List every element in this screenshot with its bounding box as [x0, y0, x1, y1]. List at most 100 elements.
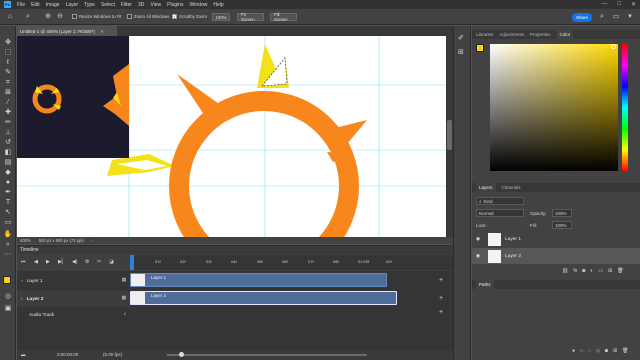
prev-frame-icon[interactable]: ◀: [34, 259, 38, 265]
status-arrow-icon[interactable]: ›: [92, 238, 93, 243]
vertical-scrollbar[interactable]: [446, 36, 453, 237]
timeline-clip-selected[interactable]: Layer 2: [130, 291, 397, 305]
more-tools-icon[interactable]: ⋯: [3, 250, 13, 259]
timeline-clip[interactable]: Layer 1: [130, 273, 387, 287]
layer-row-selected[interactable]: ◉ Layer 2: [472, 248, 640, 264]
lasso-tool-icon[interactable]: ℓ: [3, 58, 13, 67]
folder-icon[interactable]: ▭: [598, 268, 603, 274]
delete-path-icon[interactable]: 🗑: [622, 348, 628, 354]
zoom-tool-icon[interactable]: ⌕: [24, 13, 32, 21]
load-selection-icon[interactable]: ◌: [588, 348, 591, 354]
add-media-icon[interactable]: +: [439, 277, 443, 284]
tab-close-icon[interactable]: ×: [101, 29, 104, 34]
clone-stamp-icon[interactable]: ⊥: [3, 128, 13, 137]
color-picker-cursor[interactable]: [611, 44, 616, 49]
zoom-in-icon[interactable]: ⊕: [44, 13, 52, 21]
zoom-all-windows-checkbox[interactable]: Zoom All Windows: [127, 14, 169, 19]
transition-icon[interactable]: ◪: [109, 259, 114, 265]
fill-input[interactable]: 100%: [552, 221, 572, 229]
tab-channels[interactable]: Channels: [502, 185, 521, 190]
type-tool-icon[interactable]: T: [3, 198, 13, 207]
zoom-slider-thumb[interactable]: [179, 352, 184, 357]
expand-chevron-icon[interactable]: ›: [21, 279, 23, 284]
opacity-input[interactable]: 100%: [552, 209, 572, 217]
audio-track-row[interactable]: Audio Track ♪: [17, 309, 130, 321]
menu-type[interactable]: Type: [84, 2, 95, 8]
layer-filter-select[interactable]: ⌕ Kind: [476, 197, 524, 205]
zoom-tool-side-icon[interactable]: ⌕: [3, 240, 13, 249]
path-select-icon[interactable]: ↖: [3, 208, 13, 217]
play-icon[interactable]: ▶: [46, 259, 50, 265]
brush-settings-icon[interactable]: ✐: [458, 34, 464, 42]
rectangle-tool-icon[interactable]: ▭: [3, 218, 13, 227]
eraser-tool-icon[interactable]: ◧: [3, 148, 13, 157]
add-media-icon[interactable]: +: [439, 295, 443, 302]
brush-tool-icon[interactable]: ✏: [3, 118, 13, 127]
settings-icon[interactable]: ⚙: [85, 259, 89, 265]
history-brush-icon[interactable]: ↺: [3, 138, 13, 147]
menu-file[interactable]: File: [17, 2, 25, 8]
share-button[interactable]: Share: [572, 13, 592, 22]
new-layer-icon[interactable]: ⊞: [608, 268, 612, 274]
blur-tool-icon[interactable]: ◆: [3, 168, 13, 177]
fill-path-icon[interactable]: ●: [572, 348, 575, 354]
blend-mode-select[interactable]: Normal: [476, 209, 524, 217]
tab-libraries[interactable]: Libraries: [476, 32, 493, 37]
move-tool-icon[interactable]: ✥: [3, 38, 13, 47]
healing-brush-icon[interactable]: ✚: [3, 108, 13, 117]
tab-adjustments[interactable]: Adjustments: [499, 32, 524, 37]
minimize-icon[interactable]: —: [601, 1, 607, 8]
mask-icon[interactable]: ◙: [582, 268, 585, 274]
menu-filter[interactable]: Filter: [121, 2, 132, 8]
next-frame-icon[interactable]: ▶▏: [58, 259, 66, 265]
visibility-eye-icon[interactable]: ◉: [476, 237, 484, 242]
visibility-eye-icon[interactable]: ◉: [476, 254, 484, 259]
menu-select[interactable]: Select: [101, 2, 115, 8]
frame-tool-icon[interactable]: ⊠: [3, 88, 13, 97]
crop-tool-icon[interactable]: ⌗: [3, 78, 13, 87]
zoom-percent-button[interactable]: 100%: [212, 13, 230, 21]
zoom-out-icon[interactable]: ⊖: [56, 13, 64, 21]
gradient-tool-icon[interactable]: ▤: [3, 158, 13, 167]
properties-icon[interactable]: ⊞: [458, 48, 464, 56]
add-audio-icon[interactable]: +: [439, 309, 443, 316]
maximize-icon[interactable]: □: [617, 1, 621, 8]
search-icon[interactable]: ⌕: [598, 13, 606, 21]
menu-plugins[interactable]: Plugins: [167, 2, 183, 8]
workspace-icon[interactable]: ▭: [612, 13, 620, 21]
playhead[interactable]: [130, 255, 134, 270]
timeline-layer-row[interactable]: › Layer 1 ▤: [17, 273, 130, 289]
foreground-color-swatch[interactable]: [3, 276, 11, 284]
fit-screen-button[interactable]: Fit Screen: [237, 12, 264, 22]
make-path-icon[interactable]: ◇: [596, 348, 600, 354]
adjustment-icon[interactable]: ◐: [590, 268, 593, 274]
trash-icon[interactable]: 🗑: [617, 268, 623, 274]
split-icon[interactable]: ✂: [97, 259, 101, 265]
marquee-tool-icon[interactable]: ⬚: [3, 48, 13, 57]
fx-icon[interactable]: fx: [573, 268, 577, 274]
tab-paths[interactable]: Paths: [476, 280, 494, 289]
workspace-dropdown-icon[interactable]: ▾: [626, 13, 634, 21]
color-picker-field[interactable]: [490, 44, 618, 171]
first-frame-icon[interactable]: ⏮: [21, 259, 26, 265]
resize-windows-checkbox[interactable]: Resize Windows to Fit: [72, 14, 122, 19]
expand-chevron-icon[interactable]: ›: [21, 297, 23, 302]
convert-frames-icon[interactable]: ▬: [21, 352, 26, 357]
menu-view[interactable]: View: [150, 2, 161, 8]
home-icon[interactable]: ⌂: [6, 13, 14, 21]
eyedropper-tool-icon[interactable]: ⁄: [3, 98, 13, 107]
tab-color[interactable]: Color: [556, 30, 574, 39]
dodge-tool-icon[interactable]: ●: [3, 178, 13, 187]
audio-icon[interactable]: ◀): [72, 259, 78, 265]
quick-mask-icon[interactable]: ◎: [3, 292, 13, 301]
scrubby-zoom-checkbox[interactable]: ✓ Scrubby Zoom: [172, 14, 207, 19]
document-tab[interactable]: Untitled-1 @ 400% (Layer 2, RGB/8*) ×: [17, 26, 117, 36]
menu-help[interactable]: Help: [213, 2, 223, 8]
music-note-icon[interactable]: ♪: [124, 312, 126, 317]
stroke-path-icon[interactable]: ○: [580, 348, 583, 354]
tab-properties[interactable]: Properties: [530, 32, 551, 37]
menu-window[interactable]: Window: [190, 2, 208, 8]
close-icon[interactable]: ✕: [631, 1, 636, 8]
zoom-slider[interactable]: [167, 352, 367, 357]
canvas-area[interactable]: [17, 36, 453, 237]
